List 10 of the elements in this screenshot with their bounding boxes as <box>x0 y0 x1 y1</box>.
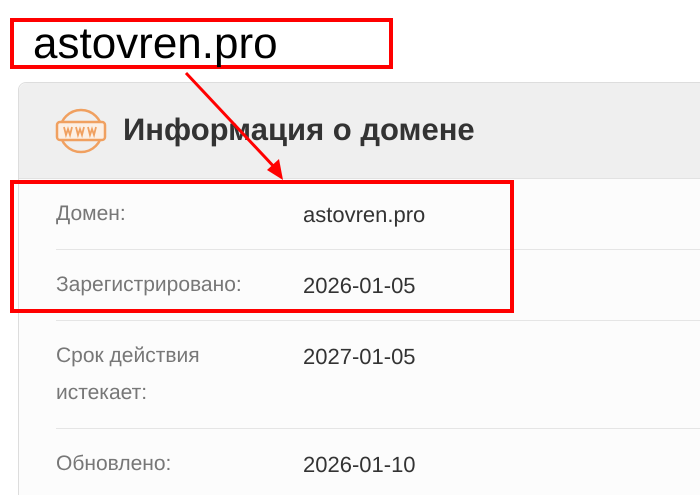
field-value: 2026-01-10 <box>303 451 416 479</box>
field-label: Обновлено: <box>56 451 172 477</box>
field-value: 2027-01-05 <box>303 343 416 371</box>
field-label: Домен: <box>56 201 127 227</box>
field-value: 2026-01-05 <box>303 272 416 300</box>
domain-heading: astovren.pro <box>33 23 278 65</box>
www-icon <box>55 108 107 154</box>
field-label: Срок действия истекает: <box>56 343 201 406</box>
field-label: Зарегистрировано: <box>56 272 243 298</box>
field-value: astovren.pro <box>303 201 426 229</box>
